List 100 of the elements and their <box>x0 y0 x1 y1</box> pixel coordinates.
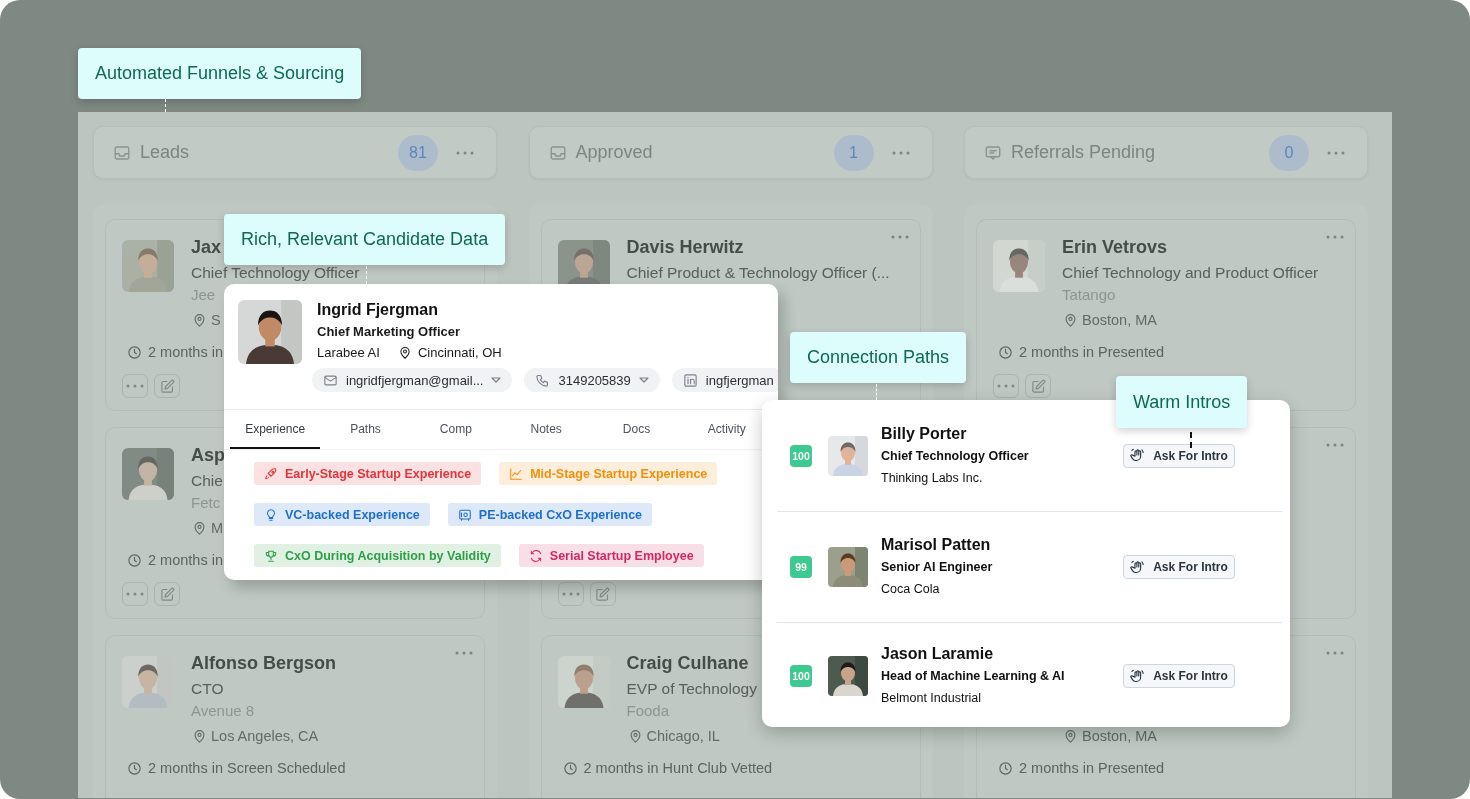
more-icon <box>997 384 1015 388</box>
more-icon[interactable] <box>456 150 474 155</box>
more-button[interactable] <box>122 582 148 606</box>
location-text: Cincinnati, OH <box>417 344 502 362</box>
location-text: Chicago, IL <box>646 728 720 744</box>
stage-time: 2 months in <box>148 344 223 360</box>
more-button[interactable] <box>557 582 584 606</box>
candidate-name: Erin Vetrovs <box>1062 236 1168 258</box>
stage-time: 2 months in Hunt Club Vetted <box>583 760 773 776</box>
hand-icon <box>1130 448 1146 463</box>
phone-icon <box>535 372 551 388</box>
edit-button[interactable] <box>154 374 180 398</box>
column-title: Leads <box>140 142 190 163</box>
company-name: Larabee AI <box>317 344 380 362</box>
job-title: Chief Technology Officer <box>191 263 360 283</box>
more-icon <box>126 384 144 388</box>
more-icon[interactable] <box>455 651 473 655</box>
candidate-name: Alfonso Bergson <box>191 652 336 674</box>
location-text: M <box>211 520 224 536</box>
tag-text: Serial Startup Employee <box>549 548 694 563</box>
contact-name: Billy Porter <box>881 423 967 444</box>
tag-text: Mid-Stage Startup Experience <box>530 466 708 481</box>
tag-text: CxO During Acquisition by Validity <box>285 548 491 563</box>
candidate-name: Davis Herwitz <box>626 236 744 258</box>
column-title: Approved <box>575 142 653 163</box>
callout-label: Warm Intros <box>1116 376 1248 428</box>
job-title: Chief Marketing Officer <box>317 323 461 341</box>
clock-icon <box>998 344 1013 360</box>
more-icon <box>126 592 144 596</box>
tag-text: Early-Stage Startup Experience <box>285 466 472 481</box>
more-icon[interactable] <box>1326 651 1344 655</box>
location-pin-icon <box>397 346 412 360</box>
score-badge: 100 <box>790 444 812 467</box>
safe-icon <box>457 507 472 522</box>
clock-icon <box>127 760 142 776</box>
more-icon[interactable] <box>1327 150 1345 155</box>
stage-time: 2 months in Presented <box>1019 760 1165 776</box>
leader-line <box>1190 432 1192 448</box>
company-name: Thinking Labs Inc. <box>881 469 983 487</box>
location-text: Boston, MA <box>1082 312 1157 328</box>
clock-icon <box>562 760 578 776</box>
tab[interactable]: Experience <box>230 410 321 449</box>
job-title: Chief Technology Officer <box>881 447 1029 465</box>
edit-button[interactable] <box>589 582 616 606</box>
tab[interactable]: Docs <box>591 410 682 449</box>
ask-intro-button[interactable]: Ask For Intro <box>1123 664 1235 688</box>
job-title: Chie <box>191 471 223 491</box>
clock-icon <box>127 344 142 360</box>
tab[interactable]: Paths <box>320 410 411 449</box>
edit-icon <box>595 586 610 602</box>
location-pin-icon <box>1063 312 1078 328</box>
more-icon[interactable] <box>891 150 910 155</box>
hand-icon <box>1130 668 1146 684</box>
tag-text: VC-backed Experience <box>285 507 420 522</box>
more-icon[interactable] <box>890 235 909 239</box>
edit-icon <box>159 378 175 394</box>
trophy-icon <box>264 548 278 563</box>
clock-icon <box>998 760 1013 776</box>
location-text: Boston, MA <box>1082 728 1157 744</box>
mail-icon <box>323 372 338 388</box>
more-button[interactable] <box>993 374 1019 398</box>
job-title: Chief Technology and Product Officer <box>1062 263 1319 283</box>
edit-icon <box>159 586 175 602</box>
email-chip[interactable]: ingridfjergman@gmail... <box>312 368 513 392</box>
callout-label: Automated Funnels & Sourcing <box>78 48 362 99</box>
location-pin-icon <box>192 728 207 744</box>
rocket-icon <box>264 466 278 481</box>
job-title: Chief Product & Technology Officer (... <box>626 263 890 283</box>
linkedin-icon <box>682 372 698 388</box>
more-icon[interactable] <box>1326 443 1344 447</box>
edit-icon <box>1030 378 1046 394</box>
hand-icon <box>1130 559 1146 575</box>
edit-button[interactable] <box>1025 374 1051 398</box>
column-title: Referrals Pending <box>1011 142 1156 163</box>
more-button[interactable] <box>122 374 148 398</box>
ask-intro-button[interactable]: Ask For Intro <box>1123 443 1235 468</box>
clock-icon <box>127 552 142 568</box>
contact-name: Marisol Patten <box>881 535 991 555</box>
inbox-icon <box>113 143 131 162</box>
ask-intro-button[interactable]: Ask For Intro <box>1123 555 1235 579</box>
inbox-icon <box>548 143 567 162</box>
more-icon <box>561 592 580 596</box>
more-icon[interactable] <box>1326 235 1344 239</box>
phone-chip[interactable]: 3149205839 <box>524 368 660 392</box>
message-icon <box>984 143 1002 162</box>
linkedin-chip[interactable]: ingfjergman <box>671 368 778 392</box>
contact-name: Jason Laramie <box>881 644 994 664</box>
tab[interactable]: Notes <box>501 410 592 449</box>
tag-text: PE-backed CxO Experience <box>478 507 643 522</box>
candidate-name: Jax <box>191 236 222 258</box>
job-title: CTO <box>191 679 224 699</box>
edit-button[interactable] <box>154 582 180 606</box>
lightbulb-icon <box>264 507 278 522</box>
job-title: Head of Machine Learning & AI <box>881 668 1065 685</box>
company-name: Coca Cola <box>881 581 940 598</box>
stage-time: 2 months in <box>148 552 223 568</box>
location-pin-icon <box>192 312 207 328</box>
location-pin-icon <box>192 520 207 536</box>
stage-time: 2 months in Screen Scheduled <box>148 760 346 776</box>
tab[interactable]: Comp <box>410 410 501 449</box>
